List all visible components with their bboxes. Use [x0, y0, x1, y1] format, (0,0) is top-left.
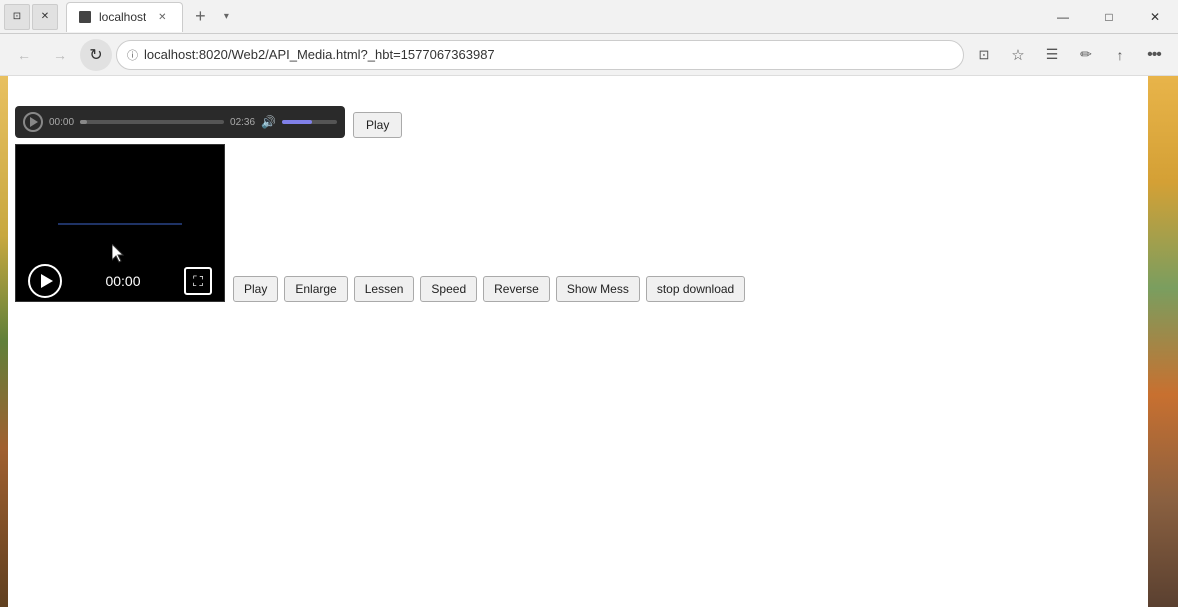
collections-button[interactable]: ☰: [1036, 39, 1068, 71]
volume-icon: 🔊: [261, 115, 276, 129]
video-controls-overlay: 00:00 ⛶: [16, 261, 224, 301]
volume-fill: [282, 120, 312, 124]
media-area: 00:00 02:36 🔊 Play: [15, 106, 745, 302]
close-button[interactable]: ✕: [1132, 0, 1178, 34]
tab-title: localhost: [99, 10, 146, 24]
address-bar[interactable]: ⓘ localhost:8020/Web2/API_Media.html?_hb…: [116, 40, 964, 70]
nav-icons-right: ⊡ ☆ ☰ ✏ ↑ •••: [968, 39, 1170, 71]
page-content: 00:00 02:36 🔊 Play: [0, 76, 1178, 607]
forward-button[interactable]: →: [44, 39, 76, 71]
favorites-button[interactable]: ☆: [1002, 39, 1034, 71]
browser-window: ⊡ ✕ localhost ✕ + ▾ — □ ✕ ← → ↻ ⓘ loca: [0, 0, 1178, 607]
fullscreen-icon: ⛶: [193, 273, 203, 290]
navigation-bar: ← → ↻ ⓘ localhost:8020/Web2/API_Media.ht…: [0, 34, 1178, 76]
new-tab-button[interactable]: +: [187, 4, 213, 30]
notes-button[interactable]: ✏: [1070, 39, 1102, 71]
maximize-button[interactable]: □: [1086, 0, 1132, 34]
video-area: 00:00 ⛶ Play Enlarge Lessen Speed Revers…: [15, 144, 745, 302]
settings-more-button[interactable]: •••: [1138, 39, 1170, 71]
stop-download-button[interactable]: stop download: [646, 276, 745, 302]
refresh-button[interactable]: ↻: [80, 39, 112, 71]
audio-current-time: 00:00: [49, 117, 74, 128]
enlarge-button[interactable]: Enlarge: [284, 276, 347, 302]
bg-thumbnails-right: [1148, 76, 1178, 607]
audio-progress-bar[interactable]: [80, 120, 224, 124]
fullscreen-button[interactable]: ⛶: [184, 267, 212, 295]
video-player: 00:00 ⛶: [15, 144, 225, 302]
minimize-button[interactable]: —: [1040, 0, 1086, 34]
back-button[interactable]: ←: [8, 39, 40, 71]
tab-restore-btn[interactable]: ⊡: [4, 4, 30, 30]
video-play-button[interactable]: [28, 264, 62, 298]
video-time-display: 00:00: [105, 273, 140, 289]
show-mess-button[interactable]: Show Mess: [556, 276, 640, 302]
lessen-button[interactable]: Lessen: [354, 276, 415, 302]
share-button[interactable]: ↑: [1104, 39, 1136, 71]
audio-play-icon[interactable]: [23, 112, 43, 132]
tab-favicon: [79, 11, 91, 23]
audio-play-triangle: [30, 117, 38, 127]
video-progress-line: [58, 223, 183, 225]
bg-thumbnails-left: [0, 76, 8, 607]
back-icon: ←: [17, 47, 31, 63]
tab-close-btn[interactable]: ✕: [32, 4, 58, 30]
audio-play-button[interactable]: Play: [353, 112, 402, 138]
video-play-icon: [41, 274, 53, 288]
security-icon: ⓘ: [127, 47, 138, 63]
tab-list-button[interactable]: ▾: [213, 4, 239, 30]
audio-progress-fill: [80, 120, 87, 124]
active-tab[interactable]: localhost ✕: [66, 2, 183, 32]
video-play-btn[interactable]: Play: [233, 276, 278, 302]
title-bar-controls: ⊡ ✕: [4, 4, 58, 30]
address-text: localhost:8020/Web2/API_Media.html?_hbt=…: [144, 47, 953, 62]
refresh-icon: ↻: [89, 45, 102, 65]
audio-player: 00:00 02:36 🔊: [15, 106, 345, 138]
tab-close-icon[interactable]: ✕: [154, 9, 170, 25]
reverse-button[interactable]: Reverse: [483, 276, 550, 302]
reading-view-button[interactable]: ⊡: [968, 39, 1000, 71]
speed-button[interactable]: Speed: [420, 276, 477, 302]
audio-duration: 02:36: [230, 117, 255, 128]
volume-bar[interactable]: [282, 120, 337, 124]
video-buttons-row: Play Enlarge Lessen Speed Reverse Show M…: [233, 276, 745, 302]
window-controls: — □ ✕: [1040, 0, 1178, 34]
forward-icon: →: [53, 47, 67, 63]
